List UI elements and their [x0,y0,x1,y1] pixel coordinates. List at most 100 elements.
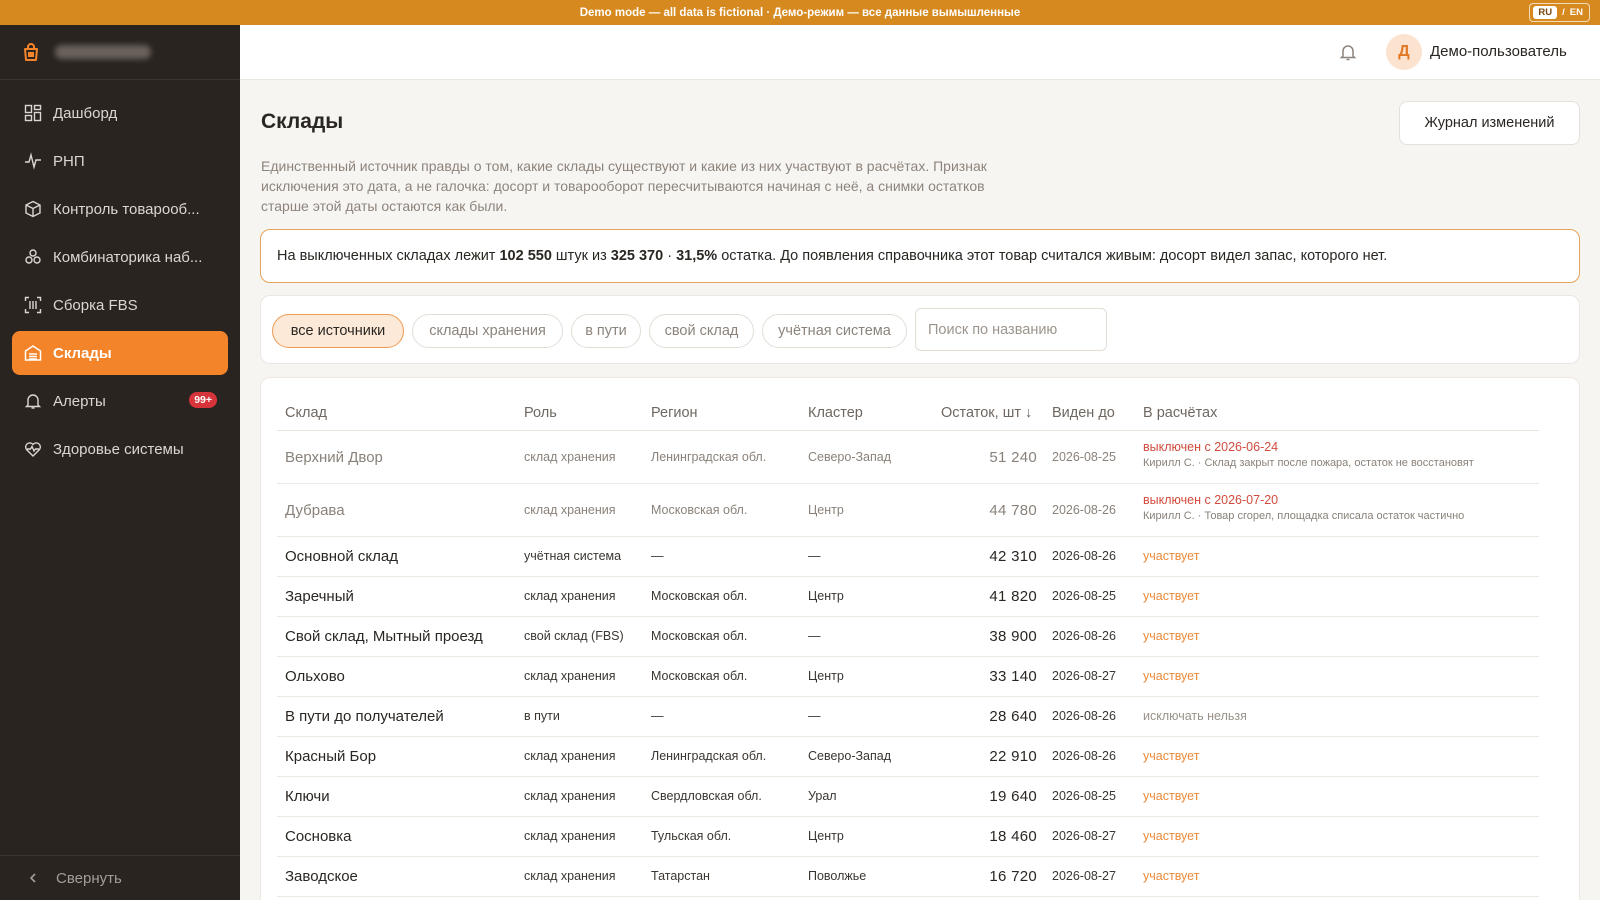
cell-in-calculations[interactable]: участвует [1143,749,1199,763]
cell-in-calculations[interactable]: участвует [1143,589,1199,603]
sidebar-item-rnp[interactable]: РНП [12,139,228,183]
cell-in-calculations[interactable]: участвует [1143,869,1199,883]
collapse-sidebar-button[interactable]: Свернуть [0,855,240,900]
sidebar-item-label: Алерты [53,392,106,410]
sidebar-item-warehouses[interactable]: Склады [12,331,228,375]
cell-role: склад хранения [524,829,616,843]
sidebar: Дашборд РНП Контроль товарооб... Комбина… [0,25,240,900]
table-row[interactable]: Красный Бор склад хранения Ленинградская о… [277,737,1539,777]
user-avatar[interactable]: Д [1386,34,1422,70]
brand[interactable] [0,25,240,80]
filter-chip-own-warehouse[interactable]: свой склад [649,314,754,348]
cell-stock: 22 910 [989,748,1037,765]
cell-in-calculations[interactable]: участвует [1143,629,1199,643]
column-header-stock-sorted[interactable]: Остаток, шт ↓ [941,405,1032,421]
cell-role: склад хранения [524,749,616,763]
sidebar-item-fbs-assembly[interactable]: Сборка FBS [12,283,228,327]
user-name[interactable]: Демо-пользователь [1430,43,1567,60]
sidebar-item-turnover-control[interactable]: Контроль товарооб... [12,187,228,231]
filters-bar: все источники склады хранения в пути сво… [260,295,1580,364]
table-row[interactable]: Ключи склад хранения Свердловская обл. Урал… [277,777,1539,817]
table-header: Склад Роль Регион Кластер Остаток, шт ↓ … [277,398,1539,431]
cell-cluster: Урал [808,789,837,803]
table-row[interactable]: Заводское склад хранения Татарстан Поволжье… [277,857,1539,897]
table-row[interactable]: Дубрава склад хранения Московская обл. Цент… [277,484,1539,537]
cell-warehouse-name: Заводское [285,868,358,885]
sidebar-item-dashboard[interactable]: Дашборд [12,91,228,135]
main-content: Склады Журнал изменений Единственный ист… [240,80,1600,900]
filter-chip-accounting-system[interactable]: учётная система [762,314,907,348]
column-header-region[interactable]: Регион [651,405,698,421]
callout-total-qty: 325 370 [610,248,664,264]
cell-region: Татарстан [651,869,710,883]
cell-cluster: Центр [808,589,844,603]
column-header-cluster[interactable]: Кластер [808,405,863,421]
demo-banner: Demo mode — all data is fictional · Демо… [0,0,1600,25]
cell-region: Свердловская обл. [651,789,762,803]
cell-stock: 51 240 [989,449,1037,466]
lang-en-option[interactable]: EN [1570,7,1583,18]
table-row[interactable]: Основной склад учётная система — — 42 310 202… [277,537,1539,577]
sidebar-item-system-health[interactable]: Здоровье системы [12,427,228,471]
changelog-button[interactable]: Журнал изменений [1399,101,1580,145]
brand-name-blurred [55,45,151,59]
cell-cluster: Северо-Запад [808,450,892,464]
cell-warehouse-name: Свой склад, Мытный проезд [285,628,483,645]
table-row[interactable]: Ольхово склад хранения Московская обл. Цент… [277,657,1539,697]
callout-sep: · [663,248,677,264]
cell-stock: 16 720 [989,868,1037,885]
heart-pulse-icon [24,442,42,457]
filter-chip-all-sources[interactable]: все источники [272,314,404,348]
cell-in-calculations[interactable]: выключен с 2026-07-20 Кирилл С. · Товар с… [1143,493,1464,522]
status-label: участвует [1143,749,1200,763]
table-row[interactable]: Свой склад, Мытный проезд свой склад (FBS… [277,617,1539,657]
column-header-warehouse[interactable]: Склад [285,405,327,421]
cell-in-calculations[interactable]: участвует [1143,549,1199,563]
sidebar-item-alerts[interactable]: Алерты 99+ [12,379,228,423]
column-header-in-calculations[interactable]: В расчётах [1143,405,1217,421]
lang-ru-option[interactable]: RU [1533,6,1558,19]
search-input[interactable] [915,308,1107,351]
callout-excluded-qty: 102 550 [499,248,552,264]
excluded-stock-callout: На выключенных складах лежит 102 550 шту… [260,229,1580,283]
cell-warehouse-name: В пути до получателей [285,708,444,725]
cell-cluster: Поволжье [808,869,867,883]
cell-cluster: — [808,709,821,723]
cell-stock: 33 140 [989,668,1037,685]
warehouse-icon [24,345,42,361]
cell-seen-until: 2026-08-25 [1052,450,1116,464]
cell-region: Московская обл. [651,589,748,603]
notifications-bell-icon[interactable] [1338,42,1358,62]
cell-in-calculations[interactable]: участвует [1143,669,1199,683]
status-label: участвует [1143,829,1200,843]
status-label: участвует [1143,789,1200,803]
filter-chip-storage[interactable]: склады хранения [412,314,563,348]
cell-seen-until: 2026-08-26 [1052,709,1116,723]
table-row[interactable]: Сосновка склад хранения Тульская обл. Центр… [277,817,1539,857]
cell-warehouse-name: Красный Бор [285,748,377,765]
cell-in-calculations[interactable]: участвует [1143,829,1199,843]
exclusion-note: Кирилл С. · Склад закрыт после пожара, о… [1143,457,1474,469]
cell-warehouse-name: Заречный [285,588,354,605]
status-label: выключен с 2026-06-24 [1143,440,1279,454]
callout-mid: штук из [551,248,611,264]
sidebar-item-bundle-combinatorics[interactable]: Комбинаторика наб... [12,235,228,279]
table-row[interactable]: Заречный склад хранения Московская обл. Цен… [277,577,1539,617]
cell-in-calculations[interactable]: участвует [1143,789,1199,803]
table-row[interactable]: Верхний Двор склад хранения Ленинградская … [277,431,1539,484]
column-header-seen-until[interactable]: Виден до [1052,405,1115,421]
cell-role: склад хранения [524,450,616,464]
cell-in-calculations[interactable]: выключен с 2026-06-24 Кирилл С. · Склад з… [1143,440,1474,469]
cell-region: Ленинградская обл. [651,749,767,763]
cell-stock: 19 640 [989,788,1037,805]
table-row[interactable]: В пути до получателей в пути — — 28 640 2026-… [277,697,1539,737]
column-header-role[interactable]: Роль [524,405,557,421]
cell-warehouse-name: Основной склад [285,548,399,565]
status-label: участвует [1143,549,1200,563]
cell-stock: 18 460 [989,828,1037,845]
cell-cluster: — [808,549,821,563]
filter-chip-in-transit[interactable]: в пути [571,314,641,348]
cell-role: склад хранения [524,503,616,517]
cell-role: склад хранения [524,869,616,883]
language-switch[interactable]: RU / EN [1529,3,1590,22]
